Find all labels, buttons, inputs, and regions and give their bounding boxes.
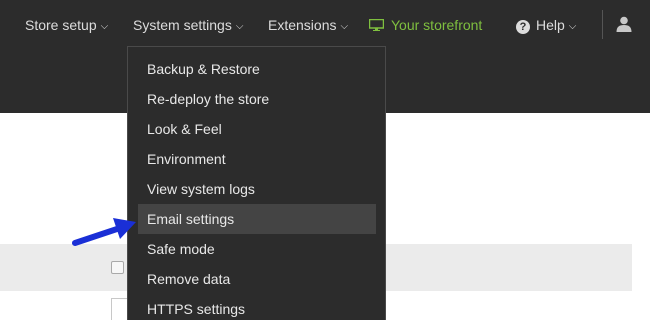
menu-item-system-logs[interactable]: View system logs xyxy=(138,174,376,204)
nav-store-setup[interactable]: Store setup ⌵ xyxy=(25,16,108,34)
nav-your-storefront[interactable]: Your storefront xyxy=(369,16,482,34)
main-nav: Store setup ⌵ System settings ⌵ Extensions… xyxy=(0,0,650,50)
chevron-down-icon: ⌵ xyxy=(235,21,244,32)
chevron-down-icon: ⌵ xyxy=(100,21,109,32)
pointer-arrow-icon xyxy=(72,218,136,246)
chevron-down-icon: ⌵ xyxy=(340,21,349,32)
menu-item-remove-data[interactable]: Remove data xyxy=(138,264,376,294)
nav-system-settings[interactable]: System settings ⌵ xyxy=(133,16,243,34)
menu-item-environment[interactable]: Environment xyxy=(138,144,376,174)
menu-item-backup-restore[interactable]: Backup & Restore xyxy=(138,54,376,84)
page: Store setup ⌵ System settings ⌵ Extensions… xyxy=(0,0,650,320)
system-settings-dropdown: Backup & Restore Re-deploy the store Loo… xyxy=(127,46,386,320)
menu-item-redeploy-store[interactable]: Re-deploy the store xyxy=(138,84,376,114)
row-checkbox[interactable] xyxy=(111,261,124,274)
chevron-down-icon: ⌵ xyxy=(568,21,577,32)
nav-store-setup-label: Store setup xyxy=(25,17,97,33)
monitor-icon xyxy=(369,19,384,31)
menu-item-email-settings[interactable]: Email settings xyxy=(138,204,376,234)
help-icon: ? xyxy=(516,20,530,34)
menu-item-safe-mode[interactable]: Safe mode xyxy=(138,234,376,264)
nav-help-label: Help xyxy=(536,17,565,33)
nav-divider xyxy=(602,10,603,39)
nav-storefront-label: Your storefront xyxy=(391,17,483,33)
nav-extensions[interactable]: Extensions ⌵ xyxy=(268,16,348,34)
nav-help[interactable]: ? Help ⌵ xyxy=(516,16,576,34)
menu-item-https-settings[interactable]: HTTPS settings xyxy=(138,294,376,320)
nav-system-settings-label: System settings xyxy=(133,17,232,33)
user-icon[interactable] xyxy=(616,16,632,32)
nav-extensions-label: Extensions xyxy=(268,17,337,33)
menu-item-look-feel[interactable]: Look & Feel xyxy=(138,114,376,144)
